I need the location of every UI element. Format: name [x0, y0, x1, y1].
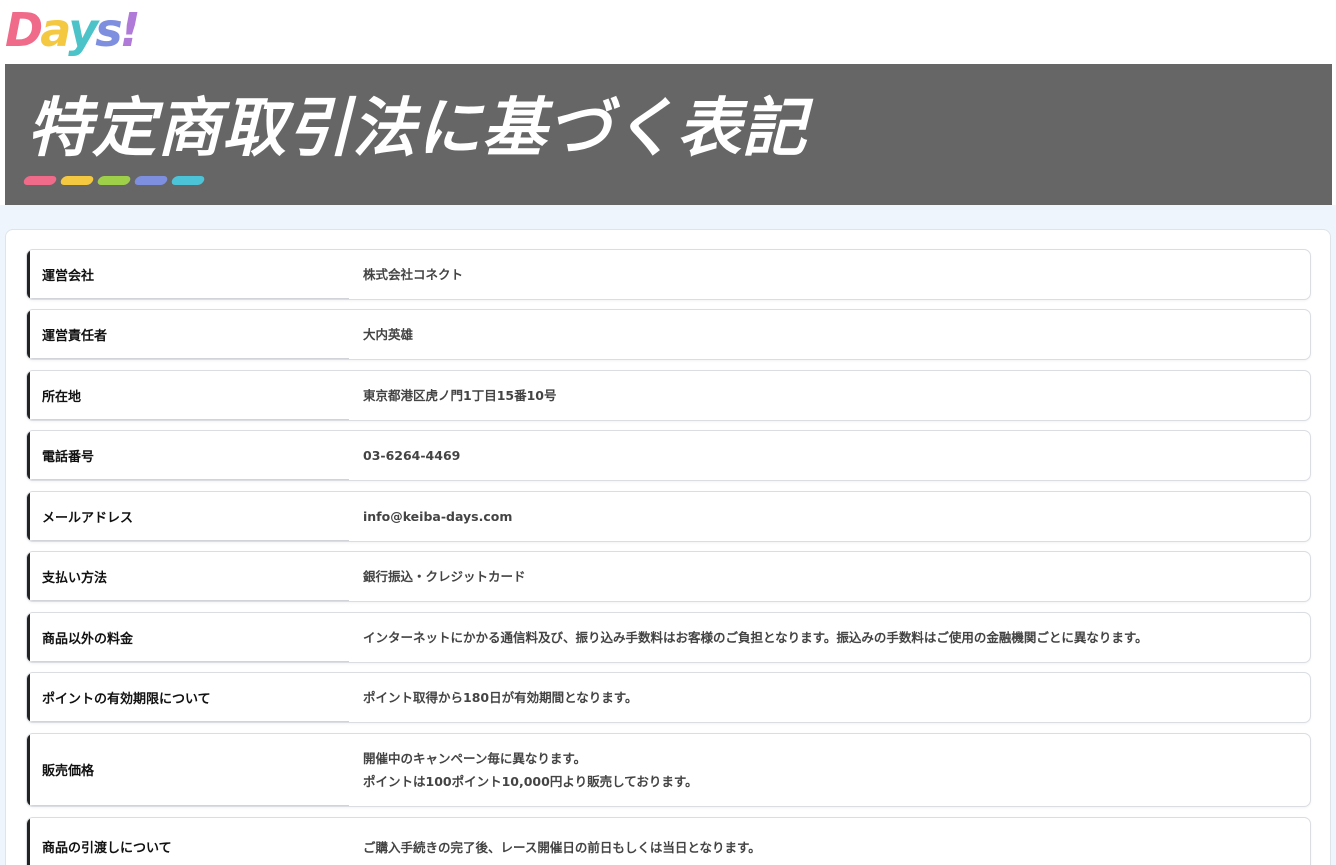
logo-letter: ! [119, 3, 141, 57]
logo-letter: s [95, 3, 122, 57]
info-value-line: 開催中のキャンペーン毎に異なります。 [363, 751, 587, 766]
info-label: 商品の引渡しについて [27, 818, 349, 865]
accent-dash [96, 176, 132, 185]
info-value: ご購入手続きの完了後、レース開催日の前日もしくは当日となります。 [363, 818, 1300, 865]
info-value: 株式会社コネクト [363, 250, 1300, 299]
accent-dash [133, 176, 169, 185]
info-value: 東京都港区虎ノ門1丁目15番10号 [363, 371, 1300, 420]
info-row: 運営責任者 大内英雄 [26, 309, 1311, 360]
info-label: 所在地 [27, 371, 349, 420]
logo-letter: a [40, 3, 71, 57]
info-label: 電話番号 [27, 431, 349, 480]
info-value-line: info@keiba-days.com [363, 509, 513, 524]
info-row: 商品の引渡しについて ご購入手続きの完了後、レース開催日の前日もしくは当日となりま… [26, 817, 1311, 865]
info-value-line: インターネットにかかる通信料及び、振り込み手数料はお客様のご負担となります。振込… [363, 630, 1148, 645]
info-value-line: ご購入手続きの完了後、レース開催日の前日もしくは当日となります。 [363, 839, 761, 855]
info-value-line: 03-6264-4469 [363, 448, 461, 463]
info-row: 運営会社 株式会社コネクト [26, 249, 1311, 300]
info-label: 販売価格 [27, 734, 349, 806]
info-value: 03-6264-4469 [363, 431, 1300, 480]
info-row: 支払い方法 銀行振込・クレジットカード [26, 551, 1311, 602]
info-row: 商品以外の料金 インターネットにかかる通信料及び、振り込み手数料はお客様のご負担と… [26, 612, 1311, 663]
info-label: 運営責任者 [27, 310, 349, 359]
info-row: 電話番号 03-6264-4469 [26, 430, 1311, 481]
site-header: Days! [0, 0, 1336, 64]
info-value: info@keiba-days.com [363, 492, 1300, 541]
days-logo[interactable]: Days! [5, 2, 141, 58]
accent-dash [170, 176, 206, 185]
info-value: 銀行振込・クレジットカード [363, 552, 1300, 601]
info-value-line: ポイントは100ポイント10,000円より販売しております。 [363, 774, 698, 789]
info-row: 販売価格 開催中のキャンペーン毎に異なります。ポイントは100ポイント10,000… [26, 733, 1311, 807]
info-row: メールアドレス info@keiba-days.com [26, 491, 1311, 542]
page-banner: 特定商取引法に基づく表記 [5, 64, 1332, 205]
info-value-line: 東京都港区虎ノ門1丁目15番10号 [363, 388, 557, 403]
info-value: インターネットにかかる通信料及び、振り込み手数料はお客様のご負担となります。振込… [363, 613, 1300, 662]
info-label: 支払い方法 [27, 552, 349, 601]
info-value-line: 銀行振込・クレジットカード [363, 569, 526, 584]
info-value: ポイント取得から180日が有効期間となります。 [363, 673, 1300, 722]
info-value-line: 大内英雄 [363, 327, 414, 342]
info-label: メールアドレス [27, 492, 349, 541]
info-row: ポイントの有効期限について ポイント取得から180日が有効期間となります。 [26, 672, 1311, 723]
logo-letter: D [5, 3, 43, 57]
info-label: 商品以外の料金 [27, 613, 349, 662]
info-value-line: 株式会社コネクト [363, 267, 464, 282]
info-label: ポイントの有効期限について [27, 673, 349, 722]
logo-letter: y [68, 3, 98, 57]
info-row: 所在地 東京都港区虎ノ門1丁目15番10号 [26, 370, 1311, 421]
accent-dash [22, 176, 58, 185]
accent-dash [59, 176, 95, 185]
info-value: 大内英雄 [363, 310, 1300, 359]
page-title: 特定商取引法に基づく表記 [27, 92, 807, 166]
info-label: 運営会社 [27, 250, 349, 299]
info-value-line: ポイント取得から180日が有効期間となります。 [363, 690, 638, 705]
info-value: 開催中のキャンペーン毎に異なります。ポイントは100ポイント10,000円より販… [363, 734, 1300, 806]
